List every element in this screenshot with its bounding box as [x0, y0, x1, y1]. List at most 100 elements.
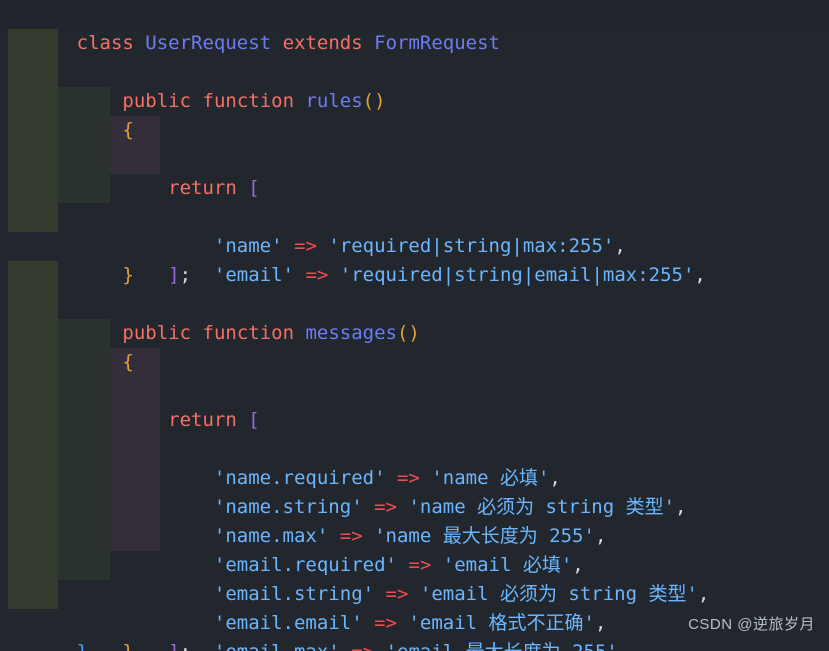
keyword-public-messages: public — [122, 322, 192, 344]
code-line-11-text: { — [77, 351, 134, 373]
code-editor[interactable]: class UserRequest extends FormRequest pu… — [0, 0, 829, 651]
comma: , — [549, 467, 561, 489]
code-line-1[interactable]: class UserRequest extends FormRequest — [0, 0, 829, 54]
indent-guide-level-1 — [8, 377, 58, 406]
semicolon: ; — [180, 641, 191, 651]
comma: , — [694, 264, 706, 286]
message-value-email-max: 'email 最大长度为 255' — [386, 641, 618, 651]
class-name-userrequest: UserRequest — [145, 32, 272, 54]
bracket-close-messages: ] — [168, 641, 179, 651]
arrow-operator: => — [294, 235, 317, 257]
indent-guide-level-1 — [8, 435, 58, 464]
comma: , — [594, 612, 607, 634]
rule-value-name: 'required|string|max:255' — [328, 235, 615, 257]
rule-key-name: 'name' — [213, 235, 283, 257]
indent-guide-level-1 — [8, 464, 58, 493]
rule-value-email: 'required|string|email|max:255' — [339, 264, 695, 286]
indent-guide-level-1 — [8, 87, 58, 116]
method-name-rules: rules — [305, 90, 363, 112]
arrow-operator: => — [396, 467, 420, 489]
comma: , — [614, 235, 626, 257]
indent-guide-level-1 — [8, 348, 58, 377]
code-line-11[interactable]: { — [0, 290, 829, 373]
code-line-10-text: public function messages() — [77, 322, 419, 344]
code-line-14-text: 'name.string' => 'name 必须为 string 类型', — [77, 496, 687, 518]
message-key-email-string: 'email.string' — [213, 583, 375, 605]
indent-guide-level-1 — [8, 290, 58, 319]
brace-open-rules: { — [122, 119, 134, 141]
keyword-extends: extends — [282, 32, 363, 54]
code-line-16[interactable]: 'email.required' => 'email 必填', — [0, 435, 829, 576]
code-line-6[interactable]: 'email' => 'required|string|email|max:25… — [0, 145, 829, 286]
code-line-8[interactable]: } — [0, 203, 829, 286]
indent-guide-level-1 — [8, 522, 58, 551]
keyword-return-messages: return — [168, 409, 237, 431]
message-value-email-email: 'email 格式不正确' — [408, 612, 595, 634]
code-line-15-text: 'name.max' => 'name 最大长度为 255', — [77, 525, 607, 547]
bracket-close-rules: ] — [168, 264, 180, 286]
brace-close-rules: } — [122, 264, 134, 286]
class-name-formrequest: FormRequest — [374, 32, 500, 54]
message-key-name-string: 'name.string' — [213, 496, 363, 518]
indent-guide-level-2 — [58, 435, 110, 464]
code-line-17-text: 'email.string' => 'email 必须为 string 类型', — [77, 583, 709, 605]
indent-guide-level-1 — [8, 29, 58, 58]
indent-guide-level-2 — [58, 145, 110, 174]
arrow-operator: => — [385, 583, 409, 605]
code-content[interactable]: class UserRequest extends FormRequest pu… — [0, 0, 829, 651]
code-line-3[interactable]: { — [0, 58, 829, 141]
message-key-email-max: 'email.max' — [214, 641, 340, 651]
comma: , — [675, 496, 687, 518]
comma: , — [594, 525, 607, 547]
indent-guide-level-1 — [8, 116, 58, 145]
message-key-email-required: 'email.required' — [213, 554, 397, 576]
indent-guide-level-2 — [58, 377, 110, 406]
indent-guide-level-1 — [8, 406, 58, 435]
code-line-18-text: 'email.email' => 'email 格式不正确', — [77, 612, 607, 634]
comma: , — [618, 641, 629, 651]
indent-guide-level-1 — [8, 58, 58, 87]
code-line-22-text: } — [77, 641, 88, 651]
code-line-1-text: class UserRequest extends FormRequest — [77, 32, 500, 54]
code-line-14[interactable]: 'name.string' => 'name 必须为 string 类型', — [0, 377, 829, 518]
arrow-operator: => — [351, 641, 374, 651]
message-value-name-max: 'name 最大长度为 255' — [374, 525, 595, 547]
message-value-email-required: 'email 必填' — [442, 554, 573, 576]
keyword-function-rules: function — [202, 90, 295, 112]
code-line-4-text: return [ — [77, 177, 260, 199]
keyword-public-rules: public — [122, 90, 192, 112]
arrow-operator: => — [408, 554, 432, 576]
keyword-return-rules: return — [168, 177, 237, 199]
code-line-13-text: 'name.required' => 'name 必填', — [77, 467, 561, 489]
indent-guide-level-1 — [8, 145, 58, 174]
keyword-class: class — [76, 32, 134, 54]
indent-guide-level-1 — [8, 580, 58, 609]
indent-guide-level-3 — [110, 145, 160, 174]
message-key-email-email: 'email.email' — [213, 612, 363, 634]
arrow-operator: => — [374, 612, 397, 634]
code-line-2-text: public function rules() — [77, 90, 385, 112]
message-key-name-max: 'name.max' — [213, 525, 329, 547]
indent-guide-level-1 — [8, 203, 58, 232]
indent-guide-level-3 — [110, 377, 160, 406]
brace-close-messages: } — [122, 641, 133, 651]
rule-key-email: 'email' — [213, 264, 294, 286]
message-value-email-string: 'email 必须为 string 类型' — [419, 583, 698, 605]
bracket-open-rules: [ — [248, 177, 260, 199]
brace-open-messages: { — [122, 351, 134, 373]
semicolon: ; — [179, 264, 192, 286]
comma: , — [572, 554, 584, 576]
brace-close-class: } — [77, 641, 88, 651]
code-line-16-text: 'email.required' => 'email 必填', — [77, 554, 584, 576]
indent-guide-level-1 — [8, 551, 58, 580]
indent-guide-level-1 — [8, 174, 58, 203]
code-line-5-text: 'name' => 'required|string|max:255', — [77, 235, 626, 257]
code-line-8-text: } — [77, 264, 134, 286]
arrow-operator: => — [374, 496, 397, 518]
code-line-3-text: { — [77, 119, 134, 141]
keyword-function-messages: function — [202, 322, 295, 344]
message-key-name-required: 'name.required' — [213, 467, 386, 489]
method-name-messages: messages — [305, 322, 397, 344]
message-value-name-required: 'name 必填' — [431, 467, 550, 489]
arrow-operator: => — [339, 525, 363, 547]
